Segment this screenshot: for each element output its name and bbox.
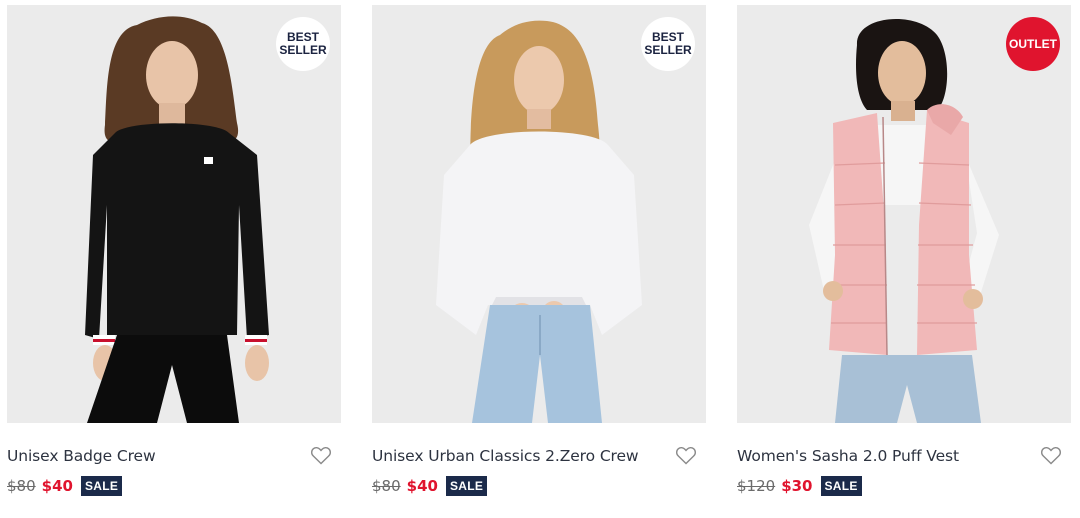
sale-tag: SALE xyxy=(80,476,123,496)
product-image-container[interactable]: BEST SELLER xyxy=(372,5,706,423)
sale-price: $30 xyxy=(781,477,813,495)
product-card[interactable]: BEST SELLER Unisex Badge Crew $80 $40 SAL… xyxy=(7,5,341,505)
heart-outline-icon[interactable] xyxy=(1039,443,1063,467)
product-image-container[interactable]: OUTLET xyxy=(737,5,1071,423)
price-row: $80 $40 SALE xyxy=(7,476,123,496)
product-card[interactable]: OUTLET Women's Sasha 2.0 Puff Vest $120 … xyxy=(737,5,1071,505)
heart-outline-icon[interactable] xyxy=(309,443,333,467)
price-row: $120 $30 SALE xyxy=(737,476,862,496)
product-info: Unisex Urban Classics 2.Zero Crew $80 $4… xyxy=(372,423,706,505)
heart-outline-icon[interactable] xyxy=(674,443,698,467)
product-name[interactable]: Unisex Badge Crew xyxy=(7,447,156,465)
sale-tag: SALE xyxy=(445,476,488,496)
product-grid: BEST SELLER Unisex Badge Crew $80 $40 SAL… xyxy=(0,0,1080,518)
original-price: $80 xyxy=(7,477,36,495)
product-info: Women's Sasha 2.0 Puff Vest $120 $30 SAL… xyxy=(737,423,1071,505)
sale-price: $40 xyxy=(406,477,438,495)
product-image-container[interactable]: BEST SELLER xyxy=(7,5,341,423)
product-name[interactable]: Unisex Urban Classics 2.Zero Crew xyxy=(372,447,639,465)
price-row: $80 $40 SALE xyxy=(372,476,488,496)
outlet-badge: OUTLET xyxy=(1006,17,1060,71)
best-seller-badge: BEST SELLER xyxy=(276,17,330,71)
product-name[interactable]: Women's Sasha 2.0 Puff Vest xyxy=(737,447,959,465)
best-seller-badge: BEST SELLER xyxy=(641,17,695,71)
sale-price: $40 xyxy=(41,477,73,495)
original-price: $120 xyxy=(737,477,776,495)
product-info: Unisex Badge Crew $80 $40 SALE xyxy=(7,423,341,505)
sale-tag: SALE xyxy=(820,476,862,496)
product-card[interactable]: BEST SELLER Unisex Urban Classics 2.Zero … xyxy=(372,5,706,505)
original-price: $80 xyxy=(372,477,401,495)
